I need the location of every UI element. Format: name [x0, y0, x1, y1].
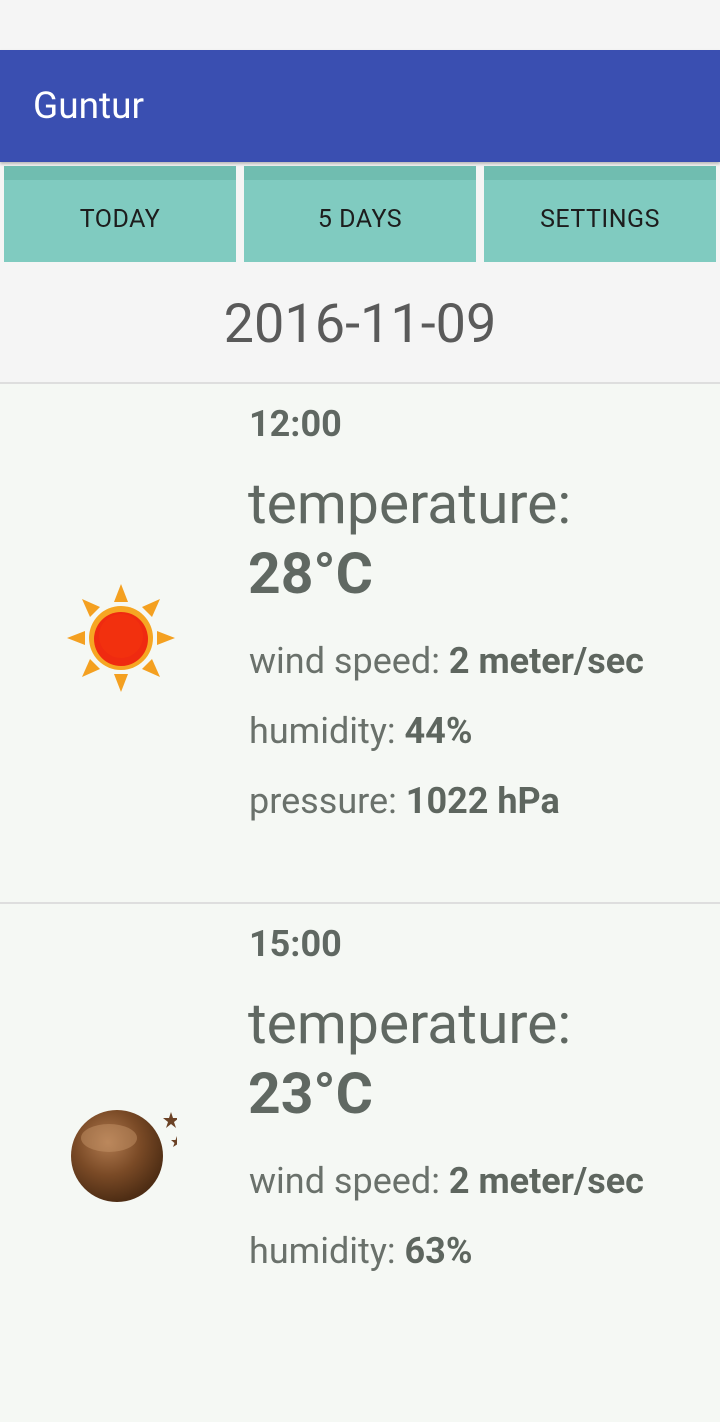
- tab-5-days[interactable]: 5 DAYS: [244, 166, 476, 262]
- forecast-time: 12:00: [249, 403, 342, 445]
- forecast-row[interactable]: 12:00 temperature: 28°C wind speed: 2 me…: [0, 384, 720, 902]
- humidity-value: 44%: [404, 710, 473, 752]
- moon-stars-icon: [71, 1110, 177, 1202]
- humidity-line: humidity: 63%: [249, 1230, 472, 1272]
- pressure-label: pressure:: [249, 780, 397, 822]
- tab-today[interactable]: TODAY: [4, 166, 236, 262]
- humidity-label: humidity:: [249, 1230, 396, 1272]
- app-bar: Guntur: [0, 50, 720, 162]
- forecast-row[interactable]: 15:00 temperature: 23°C wind speed: 2 me…: [0, 904, 720, 1422]
- temperature-value: 28°C: [248, 540, 373, 607]
- pressure-line: pressure: 1022 hPa: [249, 780, 560, 822]
- humidity-line: humidity: 44%: [249, 710, 472, 752]
- humidity-value: 63%: [404, 1230, 473, 1272]
- tab-bar: TODAY 5 DAYS SETTINGS: [0, 166, 720, 262]
- app-title: Guntur: [33, 85, 145, 128]
- forecast-time: 15:00: [249, 923, 342, 965]
- wind-speed-label: wind speed:: [249, 1160, 440, 1202]
- wind-speed-line: wind speed: 2 meter/sec: [249, 640, 644, 682]
- wind-speed-line: wind speed: 2 meter/sec: [249, 1160, 644, 1202]
- wind-speed-value: 2 meter/sec: [448, 1160, 644, 1202]
- pressure-value: 1022 hPa: [405, 780, 560, 822]
- wind-speed-value: 2 meter/sec: [448, 640, 644, 682]
- sun-icon: [67, 584, 175, 692]
- status-bar: [0, 0, 720, 50]
- humidity-label: humidity:: [249, 710, 396, 752]
- tab-settings[interactable]: SETTINGS: [484, 166, 716, 262]
- temperature-value: 23°C: [248, 1060, 373, 1127]
- forecast-date: 2016-11-09: [223, 293, 497, 356]
- temperature-label: temperature:: [248, 990, 572, 1057]
- temperature-label: temperature:: [248, 470, 572, 537]
- wind-speed-label: wind speed:: [249, 640, 440, 682]
